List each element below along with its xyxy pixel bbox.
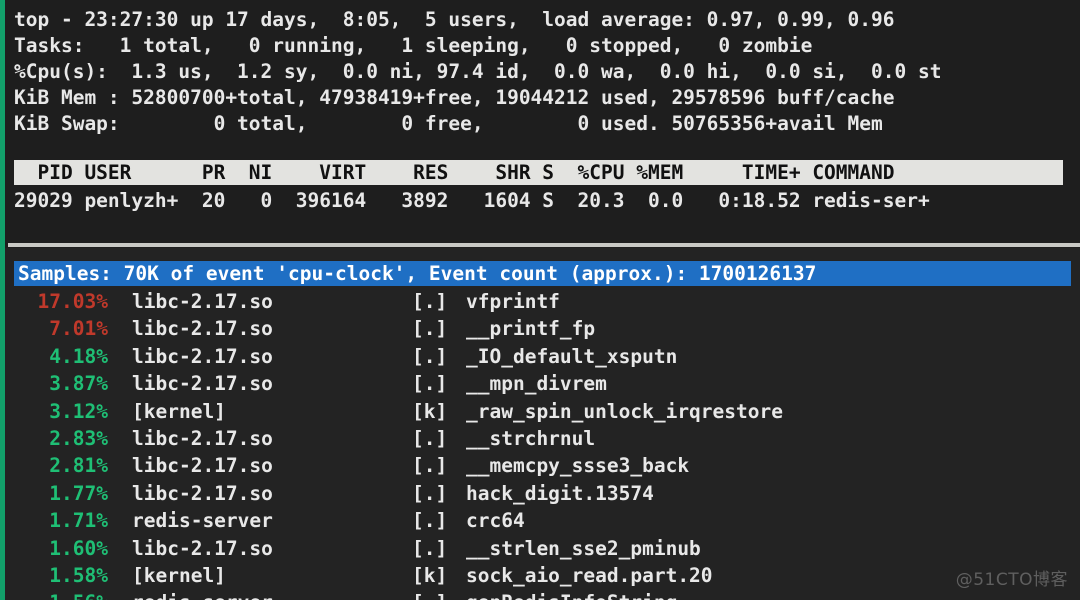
perf-row[interactable]: 17.03% libc-2.17.so [.] vfprintf bbox=[0, 288, 1080, 315]
perf-row-percent: 7.01% bbox=[49, 317, 108, 341]
perf-row-dso: libc-2.17.so bbox=[132, 317, 273, 341]
perf-report-pane: Samples: 70K of event 'cpu-clock', Event… bbox=[0, 248, 1080, 600]
perf-row-percent: 1.71% bbox=[49, 509, 108, 533]
top-table-row: 29029 penlyzh+ 20 0 396164 3892 1604 S 2… bbox=[14, 189, 930, 212]
perf-row-dso: [kernel] bbox=[132, 563, 226, 587]
perf-row-percent: 1.56% bbox=[0, 589, 108, 600]
perf-row-symbol: _IO_default_xsputn bbox=[466, 344, 678, 368]
perf-row-symbol: hack_digit.13574 bbox=[466, 481, 654, 505]
perf-row-mode: [.] bbox=[412, 454, 448, 478]
perf-row[interactable]: 3.12% [kernel] [k] _raw_spin_unlock_irqrest… bbox=[0, 398, 1080, 425]
perf-row-percent: 1.58% bbox=[49, 563, 108, 587]
perf-row-list: 17.03% libc-2.17.so [.] vfprintf 7.01% libc-2… bbox=[0, 288, 1080, 600]
perf-row[interactable]: 2.81% libc-2.17.so [.] __memcpy_ssse3_back bbox=[0, 452, 1080, 479]
terminal-left-accent-bar bbox=[0, 0, 5, 600]
perf-row-dso: libc-2.17.so bbox=[132, 481, 273, 505]
perf-row-symbol: __printf_fp bbox=[466, 317, 596, 341]
perf-row-dso: redis-server bbox=[132, 589, 273, 600]
perf-row[interactable]: 1.58% [kernel] [k] sock_aio_read.part.20 bbox=[0, 562, 1080, 589]
terminal-window: top - 23:27:30 up 17 days, 8:05, 5 users… bbox=[0, 0, 1080, 600]
perf-row-symbol: crc64 bbox=[466, 509, 525, 533]
perf-row-percent: 3.87% bbox=[49, 372, 108, 396]
top-cpu-line: %Cpu(s): 1.3 us, 1.2 sy, 0.0 ni, 97.4 id… bbox=[14, 60, 942, 83]
perf-row[interactable]: 2.83% libc-2.17.so [.] __strchrnul bbox=[0, 425, 1080, 452]
perf-row-mode: [k] bbox=[412, 399, 448, 423]
perf-row-mode: [.] bbox=[412, 481, 448, 505]
perf-row-mode: [.] bbox=[412, 290, 448, 313]
perf-row-mode: [.] bbox=[412, 536, 448, 560]
perf-row-percent: 2.81% bbox=[49, 454, 108, 478]
perf-row-symbol: genRedisInfoString bbox=[466, 589, 677, 600]
perf-row[interactable]: 1.77% libc-2.17.so [.] hack_digit.13574 bbox=[0, 480, 1080, 507]
perf-row-dso: libc-2.17.so bbox=[132, 344, 273, 368]
perf-row-symbol: vfprintf bbox=[466, 290, 560, 313]
perf-row-symbol: __strlen_sse2_pminub bbox=[466, 536, 701, 560]
perf-samples-header: Samples: 70K of event 'cpu-clock', Event… bbox=[14, 261, 1071, 286]
perf-row-mode: [k] bbox=[412, 563, 448, 587]
perf-row-symbol: __memcpy_ssse3_back bbox=[466, 454, 690, 478]
perf-row-mode: [.] bbox=[412, 317, 448, 341]
perf-row[interactable]: 1.56% redis-server [.] genRedisInfoString bbox=[0, 589, 1080, 600]
top-mem-line: KiB Mem : 52800700+total, 47938419+free,… bbox=[14, 86, 895, 109]
top-swap-line: KiB Swap: 0 total, 0 free, 0 used. 50765… bbox=[14, 112, 883, 135]
perf-row-mode: [.] bbox=[412, 344, 448, 368]
perf-row-symbol: __strchrnul bbox=[466, 426, 596, 450]
site-watermark: @51CTO博客 bbox=[955, 570, 1068, 590]
perf-row-percent: 3.12% bbox=[49, 399, 108, 423]
top-tasks-line: Tasks: 1 total, 0 running, 1 sleeping, 0… bbox=[14, 34, 813, 57]
perf-row[interactable]: 4.18% libc-2.17.so [.] _IO_default_xsputn bbox=[0, 343, 1080, 370]
perf-row[interactable]: 1.60% libc-2.17.so [.] __strlen_sse2_pminub bbox=[0, 535, 1080, 562]
perf-row-mode: [.] bbox=[412, 426, 448, 450]
perf-row-mode: [.] bbox=[412, 589, 447, 600]
perf-row-dso: libc-2.17.so bbox=[132, 536, 273, 560]
perf-row-percent: 1.77% bbox=[49, 481, 108, 505]
top-table-header: PID USER PR NI VIRT RES SHR S %CPU %MEM … bbox=[14, 160, 1063, 185]
perf-row-percent: 4.18% bbox=[49, 344, 108, 368]
pane-divider bbox=[8, 243, 1080, 247]
perf-row-symbol: sock_aio_read.part.20 bbox=[466, 563, 713, 587]
top-uptime-line: top - 23:27:30 up 17 days, 8:05, 5 users… bbox=[14, 8, 895, 31]
perf-row[interactable]: 7.01% libc-2.17.so [.] __printf_fp bbox=[0, 315, 1080, 342]
perf-row-symbol: _raw_spin_unlock_irqrestore bbox=[466, 399, 783, 423]
perf-row[interactable]: 3.87% libc-2.17.so [.] __mpn_divrem bbox=[0, 370, 1080, 397]
perf-row-symbol: __mpn_divrem bbox=[466, 372, 607, 396]
perf-row-dso: libc-2.17.so bbox=[132, 290, 273, 313]
perf-row-dso: libc-2.17.so bbox=[132, 454, 273, 478]
perf-row-mode: [.] bbox=[412, 509, 448, 533]
perf-row-mode: [.] bbox=[412, 372, 448, 396]
perf-row-dso: libc-2.17.so bbox=[132, 426, 273, 450]
perf-row-percent: 2.83% bbox=[49, 426, 108, 450]
perf-row[interactable]: 1.71% redis-server [.] crc64 bbox=[0, 507, 1080, 534]
perf-row-dso: libc-2.17.so bbox=[132, 372, 273, 396]
top-command-pane: top - 23:27:30 up 17 days, 8:05, 5 users… bbox=[0, 0, 1080, 244]
perf-row-percent: 1.60% bbox=[49, 536, 108, 560]
perf-row-dso: [kernel] bbox=[132, 399, 226, 423]
perf-row-percent: 17.03% bbox=[37, 290, 108, 313]
perf-row-dso: redis-server bbox=[132, 509, 273, 533]
